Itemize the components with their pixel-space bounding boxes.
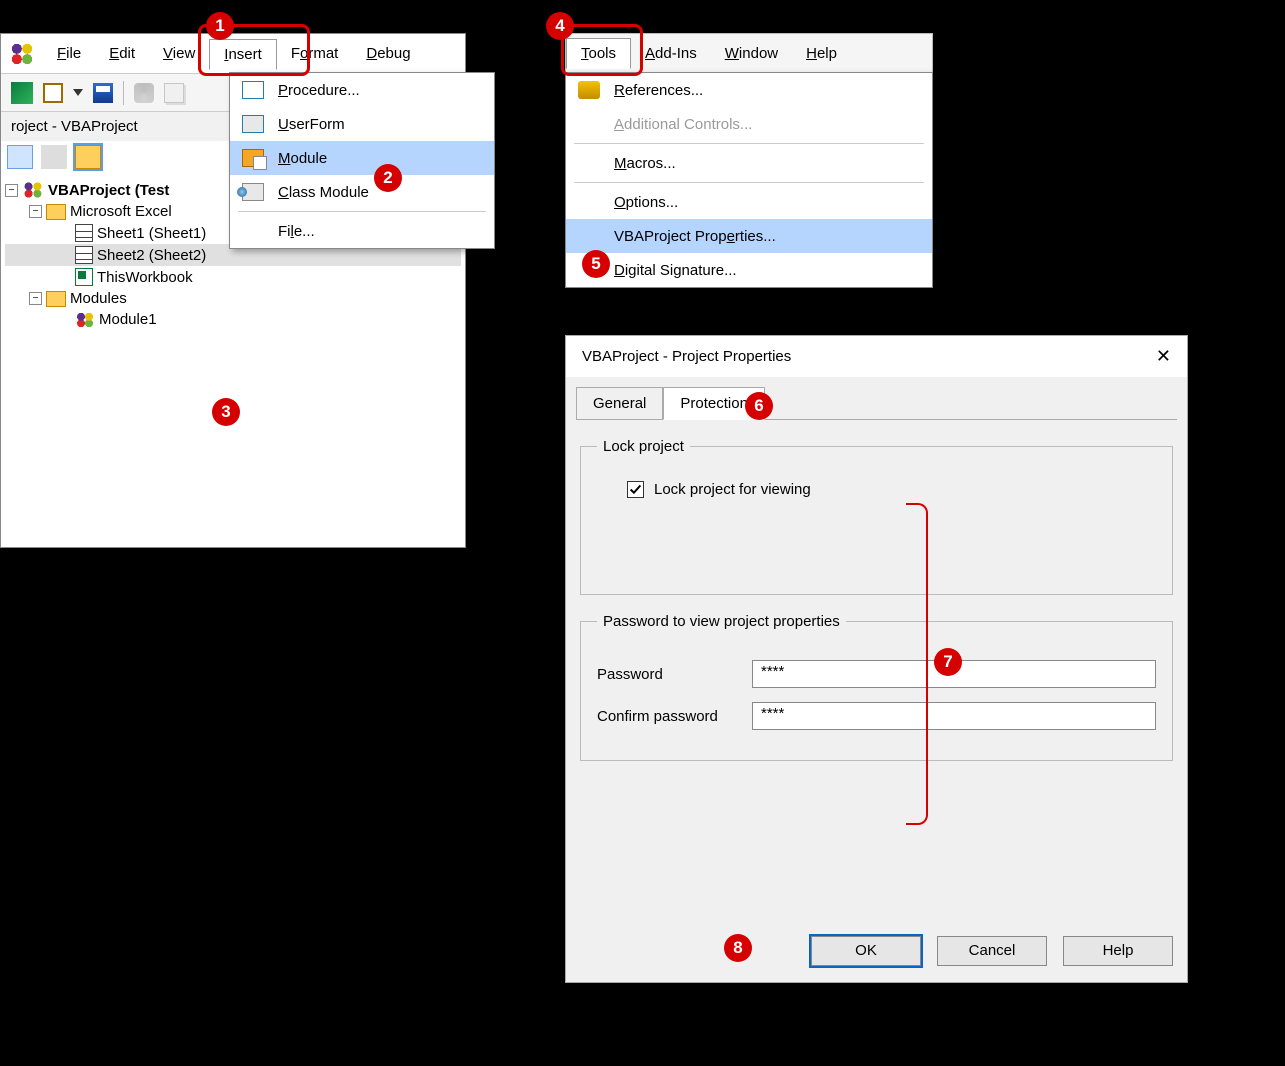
module-icon: [75, 312, 95, 328]
tools-additional-controls: Additional Controls...: [566, 107, 932, 141]
folder-icon: [46, 291, 66, 307]
dialog-buttons: OK Cancel Help: [811, 936, 1173, 966]
insert-module[interactable]: Module: [230, 141, 494, 175]
worksheet-icon: [75, 246, 93, 264]
view-list-icon[interactable]: [7, 145, 33, 169]
menu-separator: [574, 143, 924, 144]
group-password-legend: Password to view project properties: [597, 613, 846, 630]
callout-badge-1: 1: [206, 12, 234, 40]
dialog-tabs: General Protection: [566, 377, 1187, 420]
module-icon: [242, 149, 264, 167]
tree-module1[interactable]: Module1: [5, 309, 461, 330]
close-icon[interactable]: ✕: [1156, 346, 1171, 367]
callout-badge-6: 6: [745, 392, 773, 420]
menu-debug[interactable]: Debug: [352, 39, 424, 68]
menu-help[interactable]: Help: [792, 39, 851, 68]
insert-classmodule[interactable]: Class Module: [230, 175, 494, 209]
group-lock-legend: Lock project: [597, 438, 690, 455]
workbook-icon: [75, 268, 93, 286]
tools-menu-dropdown: References... Additional Controls... Mac…: [565, 72, 933, 288]
collapse-icon[interactable]: −: [5, 184, 18, 197]
tools-options[interactable]: Options...: [566, 185, 932, 219]
window-icon[interactable]: [43, 83, 63, 103]
tools-references[interactable]: References...: [566, 73, 932, 107]
view-grid-icon[interactable]: [41, 145, 67, 169]
project-properties-dialog: VBAProject - Project Properties ✕ Genera…: [565, 335, 1188, 983]
dialog-title: VBAProject - Project Properties: [582, 348, 791, 365]
callout-badge-8: 8: [724, 934, 752, 962]
lock-project-label: Lock project for viewing: [654, 481, 811, 498]
blank-icon: [578, 193, 600, 211]
menu-separator: [574, 182, 924, 183]
userform-icon: [242, 115, 264, 133]
folder-icon: [46, 204, 66, 220]
menu-window[interactable]: Window: [711, 39, 792, 68]
collapse-icon[interactable]: −: [29, 292, 42, 305]
insert-file[interactable]: File...: [230, 214, 494, 248]
worksheet-icon: [75, 224, 93, 242]
callout-badge-3: 3: [212, 398, 240, 426]
help-button[interactable]: Help: [1063, 936, 1173, 966]
view-folder-icon[interactable]: [75, 145, 101, 169]
confirm-password-label: Confirm password: [597, 708, 752, 725]
tree-thisworkbook[interactable]: ThisWorkbook: [5, 266, 461, 288]
confirm-password-input[interactable]: ****: [752, 702, 1156, 730]
callout-badge-7: 7: [934, 648, 962, 676]
save-icon[interactable]: [93, 83, 113, 103]
dialog-titlebar: VBAProject - Project Properties ✕: [566, 336, 1187, 377]
blank-icon: [578, 154, 600, 172]
tab-general[interactable]: General: [576, 387, 663, 420]
callout-badge-5: 5: [582, 250, 610, 278]
ok-button[interactable]: OK: [811, 936, 921, 966]
collapse-icon[interactable]: −: [29, 205, 42, 218]
callout-brace-7: [906, 503, 928, 825]
callout-badge-4: 4: [546, 12, 574, 40]
password-label: Password: [597, 666, 752, 683]
class-module-icon: [242, 183, 264, 201]
group-lock-project: Lock project Lock project for viewing: [580, 438, 1173, 595]
blank-icon: [242, 222, 264, 240]
cut-icon[interactable]: [134, 83, 154, 103]
callout-box-tools: [561, 24, 643, 76]
references-icon: [578, 81, 600, 99]
tools-digital-signature[interactable]: Digital Signature...: [566, 253, 932, 287]
insert-userform[interactable]: UserForm: [230, 107, 494, 141]
group-password: Password to view project properties Pass…: [580, 613, 1173, 761]
menu-edit[interactable]: Edit: [95, 39, 149, 68]
tools-vbaproject-properties[interactable]: VBAProject Properties...: [566, 219, 932, 253]
toolbar-separator: [123, 81, 124, 105]
menu-file[interactable]: File: [43, 39, 95, 68]
vba-app-icon: [9, 41, 35, 67]
checkmark-icon: [629, 483, 642, 496]
menu-separator: [238, 211, 486, 212]
tree-modules-folder[interactable]: − Modules: [5, 288, 461, 309]
blank-icon: [578, 115, 600, 133]
excel-icon[interactable]: [11, 82, 33, 104]
copy-icon[interactable]: [164, 83, 184, 103]
tools-macros[interactable]: Macros...: [566, 146, 932, 180]
dropdown-arrow-icon[interactable]: [73, 89, 83, 96]
insert-menu-dropdown: Procedure... UserForm Module Class Modul…: [229, 72, 495, 249]
blank-icon: [578, 227, 600, 245]
cancel-button[interactable]: Cancel: [937, 936, 1047, 966]
insert-procedure[interactable]: Procedure...: [230, 73, 494, 107]
vba-project-icon: [22, 181, 44, 199]
procedure-icon: [242, 81, 264, 99]
callout-badge-2: 2: [374, 164, 402, 192]
lock-project-checkbox[interactable]: [627, 481, 644, 498]
